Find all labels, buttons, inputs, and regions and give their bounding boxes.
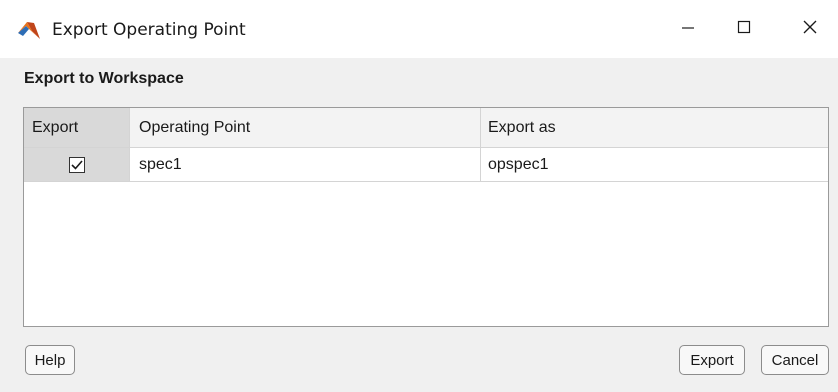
table-header-row: Export Operating Point Export as — [24, 108, 828, 148]
table-row: spec1 opspec1 — [24, 148, 828, 182]
close-icon — [803, 20, 817, 39]
maximize-button[interactable] — [716, 0, 772, 58]
export-checkbox[interactable] — [68, 156, 85, 173]
column-header-operating-point[interactable]: Operating Point — [130, 108, 481, 148]
cancel-button[interactable]: Cancel — [761, 345, 829, 375]
window-title: Export Operating Point — [52, 20, 246, 40]
minimize-icon — [681, 20, 695, 39]
export-as-cell[interactable]: opspec1 — [481, 148, 828, 182]
section-title: Export to Workspace — [24, 70, 184, 87]
close-button[interactable] — [782, 0, 838, 58]
minimize-button[interactable] — [660, 0, 716, 58]
operating-point-cell: spec1 — [130, 148, 481, 182]
checkmark-icon — [70, 159, 83, 170]
column-header-export[interactable]: Export — [24, 108, 130, 148]
matlab-icon — [18, 20, 40, 40]
column-header-export-as[interactable]: Export as — [481, 108, 828, 148]
maximize-icon — [737, 20, 751, 39]
export-cell — [24, 148, 130, 182]
title-bar: Export Operating Point — [0, 0, 838, 58]
export-table: Export Operating Point Export as spec1 o… — [23, 107, 829, 327]
export-button[interactable]: Export — [679, 345, 745, 375]
help-button[interactable]: Help — [25, 345, 75, 375]
